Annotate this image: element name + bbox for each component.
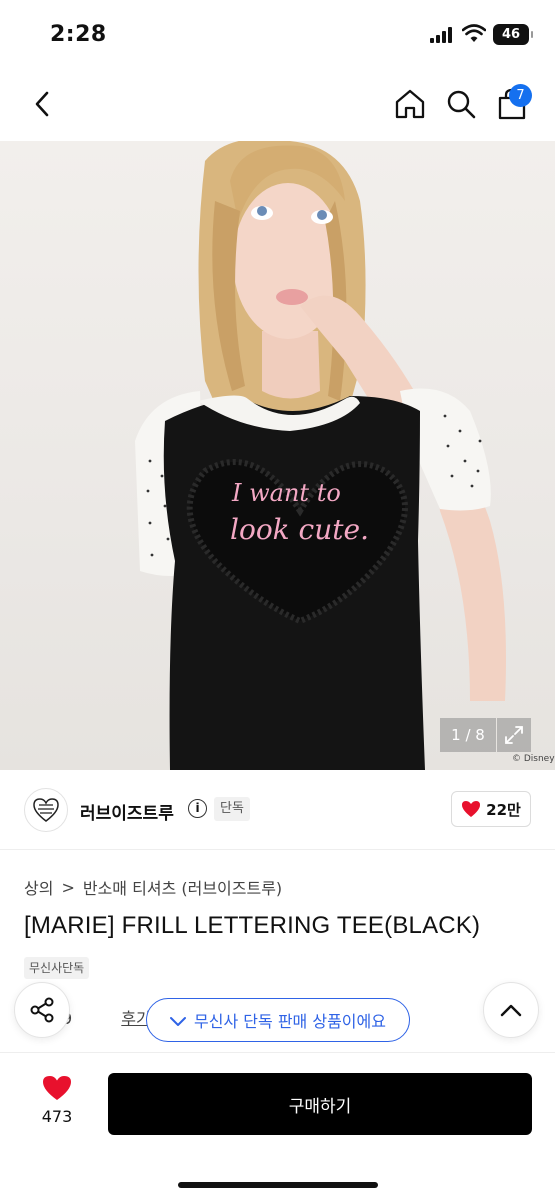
search-button[interactable] — [443, 86, 479, 122]
share-button[interactable] — [14, 982, 70, 1038]
back-button[interactable] — [24, 86, 60, 122]
signal-icon — [430, 27, 456, 43]
product-image[interactable]: I want to look cute. 1 / 8 © Disney — [0, 141, 555, 770]
product-photo: I want to look cute. — [135, 141, 506, 770]
scroll-top-button[interactable] — [483, 982, 539, 1038]
heart-icon — [462, 801, 481, 817]
breadcrumb-item[interactable]: 상의 — [24, 875, 53, 899]
info-icon[interactable]: i — [188, 799, 207, 818]
shirt-lettering-line2: look cute. — [230, 513, 369, 546]
breadcrumb-item[interactable]: 반소매 티셔츠 (러브이즈트루) — [83, 875, 282, 899]
wishlist-count: 473 — [41, 1107, 73, 1126]
home-icon — [395, 89, 425, 119]
expand-icon — [505, 726, 523, 744]
top-nav: 7 — [0, 70, 555, 140]
status-bar: 2:28 46 — [0, 0, 555, 70]
chevron-up-icon — [500, 1004, 522, 1017]
brand-row: 러브이즈트루 i 단독 22만 — [0, 770, 555, 850]
home-button[interactable] — [392, 86, 428, 122]
shirt-lettering-line1: I want to — [231, 479, 341, 507]
musinsa-exclusive-tag: 무신사단독 — [24, 957, 90, 979]
wishlist-button[interactable]: 473 — [28, 1075, 86, 1135]
product-title: [MARIE] FRILL LETTERING TEE(BLACK) — [24, 912, 481, 939]
search-icon — [447, 90, 476, 119]
breadcrumb-separator: > — [61, 877, 75, 897]
copyright-text: © Disney — [512, 754, 555, 764]
brand-logo[interactable] — [24, 788, 68, 832]
breadcrumb: 상의 > 반소매 티셔츠 (러브이즈트루) — [24, 875, 282, 899]
brand-name[interactable]: 러브이즈트루 — [80, 799, 174, 824]
exclusive-tag: 단독 — [214, 797, 250, 821]
share-icon — [30, 997, 54, 1023]
check-icon — [170, 1017, 187, 1026]
brand-like-count: 22만 — [486, 800, 521, 819]
buy-button[interactable]: 구매하기 — [108, 1073, 532, 1135]
wifi-icon — [462, 24, 486, 42]
exclusive-notice-text: 무신사 단독 판매 상품이에요 — [194, 1012, 386, 1031]
home-indicator — [178, 1182, 378, 1188]
image-counter: 1 / 8 — [440, 718, 496, 752]
heart-logo-icon — [33, 798, 59, 822]
cart-count-badge: 7 — [509, 84, 532, 107]
battery-icon: 46 — [493, 24, 533, 45]
expand-image-button[interactable] — [497, 718, 531, 752]
bottom-action-bar: 473 구매하기 — [0, 1052, 555, 1200]
brand-like-button[interactable]: 22만 — [451, 791, 531, 827]
status-time: 2:28 — [50, 22, 107, 47]
heart-icon — [43, 1076, 71, 1100]
back-icon — [35, 91, 49, 117]
exclusive-notice-pill[interactable]: 무신사 단독 판매 상품이에요 — [146, 998, 410, 1042]
